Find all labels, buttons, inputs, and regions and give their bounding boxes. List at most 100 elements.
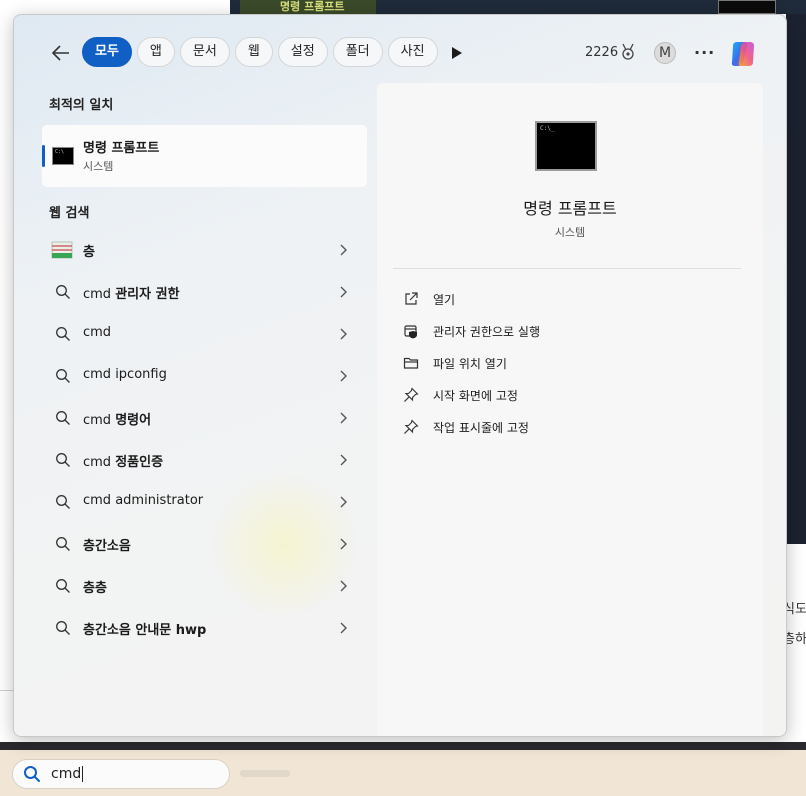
result-bold: 관리자 권한 [115,287,180,302]
chevron-right-icon[interactable] [338,370,348,382]
web-result-item[interactable]: 층간소음 [42,525,367,563]
filter-tabs: 모두 앱 문서 웹 설정 폴더 사진 [82,37,438,67]
result-prefix: cmd [83,325,112,340]
search-icon [24,766,40,782]
rewards-medal-icon[interactable] [620,43,636,61]
selection-indicator [42,145,45,167]
result-bold: 층간소음 [83,539,131,554]
action-pin-to-taskbar[interactable]: 작업 표시줄에 고정 [403,415,733,439]
web-result-text: cmd ipconfig [83,367,167,382]
search-icon [56,495,70,509]
tab-all[interactable]: 모두 [82,37,132,67]
result-bold: 정품인증 [115,455,164,470]
web-result-item[interactable]: cmd 정품인증 [42,441,367,479]
web-result-item[interactable]: cmd [42,315,367,353]
result-bold: 층층 [83,581,107,596]
web-result-text: 층층 [83,577,107,596]
search-panel: 모두 앱 문서 웹 설정 폴더 사진 2226 M ··· 최적의 일치 C:\… [13,14,787,737]
web-result-text: cmd [83,325,111,340]
web-result-item[interactable]: 층간소음 안내문 hwp [42,609,367,647]
floor-image-icon [51,241,73,259]
action-label: 관리자 권한으로 실행 [433,325,540,339]
result-prefix: cmd [83,287,116,302]
result-prefix: cmd [83,455,116,470]
best-match-item[interactable]: 명령 프롬프트 시스템 [42,125,367,187]
chevron-right-icon[interactable] [338,328,348,340]
web-result-item[interactable]: cmd administrator [42,483,367,521]
command-prompt-icon [52,147,74,165]
divider [393,268,741,269]
web-result-text: 층 [83,241,95,260]
taskbar: cmd [0,750,806,796]
taskbar-placeholder-bar [240,770,290,777]
tab-web[interactable]: 웹 [234,37,273,67]
web-result-text: cmd 정품인증 [83,451,163,470]
action-pin-to-start[interactable]: 시작 화면에 고정 [403,383,733,407]
tab-photos[interactable]: 사진 [387,37,438,67]
detail-title: 명령 프롬프트 [523,199,617,218]
search-query: cmd [51,766,82,782]
action-label: 열기 [433,293,456,307]
result-prefix: cmd administrator [83,493,204,508]
result-bold: 명령어 [115,413,152,428]
action-label: 파일 위치 열기 [433,357,507,371]
pin-icon [404,419,419,434]
user-avatar[interactable]: M [654,42,676,64]
search-icon [56,411,70,425]
more-tabs-play-icon[interactable] [451,46,463,60]
web-result-text: 층간소음 안내문 hwp [83,619,206,638]
web-result-item[interactable]: cmd 명령어 [42,399,367,437]
folder-icon [403,357,419,369]
result-prefix: cmd [83,413,116,428]
open-external-icon [405,292,418,305]
web-result-item[interactable]: 층 [42,231,367,269]
copilot-icon[interactable] [727,38,759,70]
search-icon [56,579,70,593]
background-thumbnail [718,0,776,14]
web-result-item[interactable]: 층층 [42,567,367,605]
best-match-title: 명령 프롬프트 [83,141,160,156]
action-label: 시작 화면에 고정 [433,389,518,403]
more-options-icon[interactable]: ··· [694,43,715,62]
chevron-right-icon[interactable] [338,244,348,256]
chevron-right-icon[interactable] [338,454,348,466]
search-icon [56,285,70,299]
detail-pane: 명령 프롬프트 시스템 열기 관리자 권한으로 실행 파일 위치 열기 [377,83,763,736]
result-bold: 층간소음 안내문 hwp [83,623,207,638]
search-icon [56,537,70,551]
rewards-points[interactable]: 2226 [585,45,618,60]
shield-admin-icon [404,325,417,339]
taskbar-search-input[interactable]: cmd [51,766,84,782]
result-prefix: cmd ipconfig [83,367,167,382]
chevron-right-icon[interactable] [338,286,348,298]
action-open[interactable]: 열기 [403,287,733,311]
tab-settings[interactable]: 설정 [277,37,328,67]
action-open-file-location[interactable]: 파일 위치 열기 [403,351,733,375]
tab-folders[interactable]: 폴더 [332,37,383,67]
tab-documents[interactable]: 문서 [179,37,230,67]
web-search-heading: 웹 검색 [49,206,90,221]
web-result-text: 층간소음 [83,535,131,554]
chevron-right-icon[interactable] [338,622,348,634]
detail-subtitle: 시스템 [554,226,586,239]
background-window-edge [786,14,806,544]
text-caret [82,766,84,782]
tab-apps[interactable]: 앱 [136,37,175,67]
chevron-right-icon[interactable] [338,496,348,508]
search-icon [56,369,70,383]
web-result-text: cmd 명령어 [83,409,151,428]
chevron-right-icon[interactable] [338,412,348,424]
action-label: 작업 표시줄에 고정 [433,421,529,435]
command-prompt-icon [535,121,597,171]
web-result-item[interactable]: cmd ipconfig [42,357,367,395]
web-result-item[interactable]: cmd 관리자 권한 [42,273,367,311]
chevron-right-icon[interactable] [338,538,348,550]
taskbar-search-box[interactable]: cmd [12,759,230,789]
search-icon [56,453,70,467]
action-run-as-admin[interactable]: 관리자 권한으로 실행 [403,319,733,343]
search-icon [56,621,70,635]
chevron-right-icon[interactable] [338,580,348,592]
result-bold: 층 [83,245,95,260]
back-arrow-icon[interactable] [50,42,72,64]
background-window-title: 명령 프롬프트 [240,0,376,14]
